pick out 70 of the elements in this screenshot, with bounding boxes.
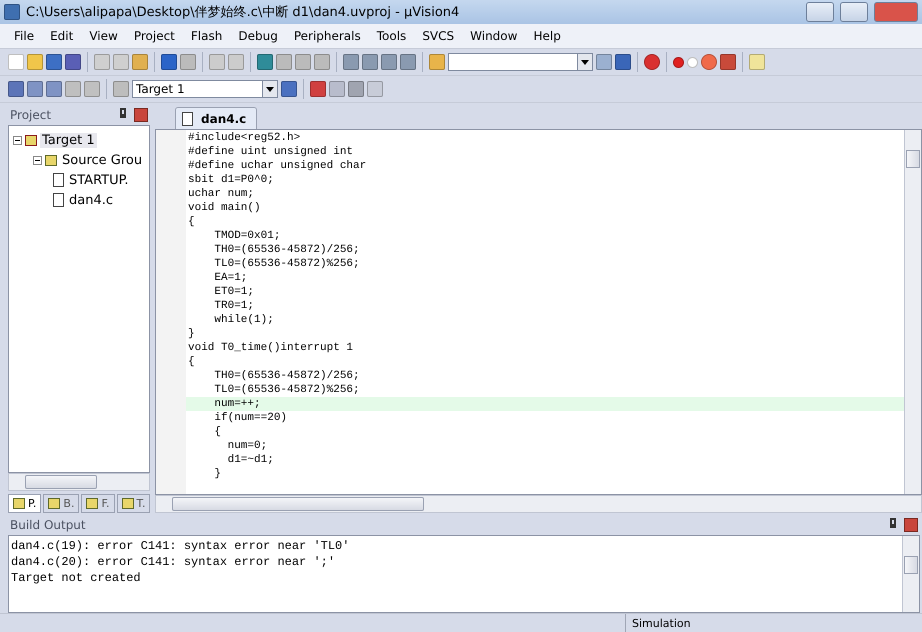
code-line: { (187, 355, 196, 369)
code-line: } (187, 327, 196, 341)
code-line: d1=~d1; (226, 453, 275, 467)
code-line: void main() (187, 201, 262, 215)
maximize-button[interactable] (840, 2, 868, 22)
close-button[interactable] (134, 108, 148, 122)
tree-item[interactable]: Target 1 (40, 132, 97, 148)
menu-item[interactable]: Help (525, 27, 569, 45)
menu-item[interactable]: Peripherals (286, 27, 369, 45)
code-line: sbit d1=P0^0; (187, 173, 275, 187)
menu-item[interactable]: Window (462, 27, 526, 45)
menu-item[interactable]: Tools (368, 27, 414, 45)
panel-title: Project (10, 108, 52, 122)
tree-item[interactable]: Source Grou (60, 152, 144, 168)
panel-tab[interactable]: B. (43, 494, 80, 513)
code-line: TL0=(65536-45872)%256; (213, 383, 361, 397)
app-icon (4, 4, 20, 20)
code-line: if(num==20) (213, 411, 288, 425)
file-icon (53, 193, 64, 207)
collapse-toggle[interactable] (13, 136, 22, 144)
code-line: #define uint unsigned int (187, 145, 354, 159)
code-line: #include<reg52.h> (187, 131, 302, 145)
minimize-button[interactable] (806, 2, 834, 22)
code-line: #define uchar unsigned char (187, 159, 368, 173)
menu-item[interactable]: Project (126, 27, 183, 45)
horizontal-scrollbar[interactable] (8, 473, 150, 491)
target-select[interactable]: Target 1 (132, 80, 278, 98)
file-icon (53, 173, 64, 187)
vertical-scrollbar[interactable] (902, 536, 919, 612)
collapse-toggle[interactable] (33, 156, 42, 164)
menu-item[interactable]: Debug (230, 27, 286, 45)
panel-title: Build Output (10, 518, 86, 532)
panel-tab[interactable]: P. (8, 494, 42, 513)
tree-item[interactable]: STARTUP. (67, 172, 131, 188)
code-line: while(1); (213, 313, 275, 327)
code-line: TR0=1; (213, 299, 256, 313)
editor-tab[interactable]: dan4.c (175, 107, 258, 129)
code-line: uchar num; (187, 187, 256, 201)
menu-item[interactable]: SVCS (414, 27, 462, 45)
output-line: Target not created (11, 570, 142, 586)
code-line: void T0_time()interrupt 1 (187, 341, 354, 355)
code-line: { (213, 425, 222, 439)
code-line: EA=1; (213, 271, 248, 285)
panel-tab[interactable]: T. (116, 494, 150, 513)
menu-item[interactable]: File (6, 27, 42, 45)
code-line: } (213, 467, 222, 481)
toolbar-icon[interactable] (701, 54, 717, 70)
code-line: { (187, 215, 196, 229)
pin-icon[interactable] (890, 518, 896, 528)
pin-icon[interactable] (120, 108, 126, 118)
close-button[interactable] (874, 2, 918, 22)
code-line: TL0=(65536-45872)%256; (213, 257, 361, 271)
panel-tab[interactable]: F. (81, 494, 115, 513)
menu-item[interactable]: View (81, 27, 126, 45)
status-text: Simulation (632, 616, 691, 630)
code-line: TH0=(65536-45872)/256; (213, 369, 361, 383)
window-title: C:\Users\alipapa\Desktop\伴梦始终.c\中断 d1\dan4.uvproj - µVision4 (26, 4, 460, 21)
menu-item[interactable]: Flash (182, 27, 230, 45)
horizontal-scrollbar[interactable] (155, 495, 922, 513)
code-line: ET0=1; (213, 285, 256, 299)
tree-item[interactable]: dan4.c (67, 192, 116, 208)
code-line: TMOD=0x01; (213, 229, 282, 243)
menu-item[interactable]: Edit (42, 27, 82, 45)
code-line: TH0=(65536-45872)/256; (213, 243, 361, 257)
code-line: num=0; (226, 439, 268, 453)
close-button[interactable] (904, 518, 918, 532)
output-line: dan4.c(19): error C141: syntax error near 'TL0' (11, 538, 350, 554)
vertical-scrollbar[interactable] (904, 130, 921, 494)
output-line: dan4.c(20): error C141: syntax error near ';' (11, 554, 336, 570)
toolbar-icon[interactable] (644, 54, 660, 70)
